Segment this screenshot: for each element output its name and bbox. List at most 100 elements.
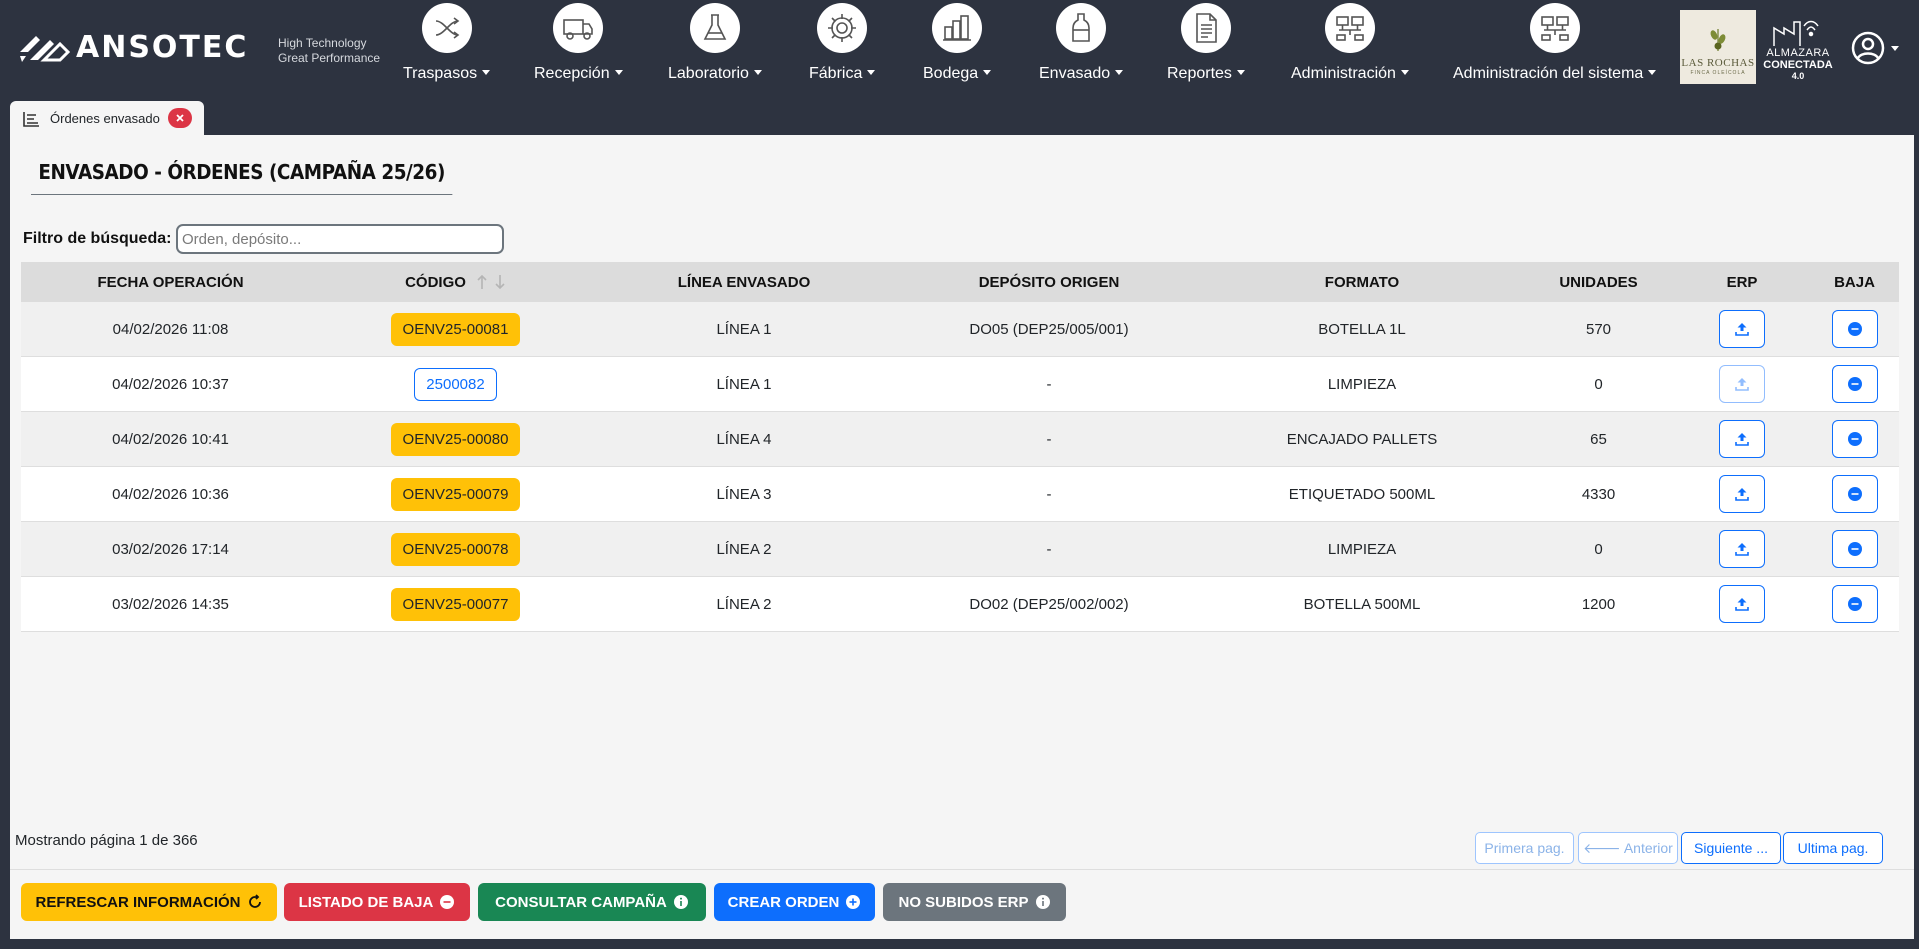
refresh-icon — [248, 894, 261, 908]
orders-table: FECHA OPERACIÓN CÓDIGO LÍNEA ENVASADO DE… — [21, 262, 1899, 632]
table-row: 04/02/2026 10:41 OENV25-00080 LÍNEA 4 - … — [21, 412, 1899, 467]
listado-baja-button[interactable]: LISTADO DE BAJA — [284, 883, 470, 921]
bottle-icon — [1072, 13, 1090, 42]
minus-circle-icon — [1847, 322, 1862, 336]
factory-icon — [1773, 20, 1819, 46]
table-row: 04/02/2026 11:08 OENV25-00081 LÍNEA 1 DO… — [21, 302, 1899, 357]
las-rochas-logo: LAS ROCHAS FINCA OLEÍCOLA — [1680, 10, 1756, 84]
erp-upload-button[interactable] — [1719, 365, 1765, 403]
first-page-button[interactable]: Primera pag. — [1475, 832, 1574, 864]
minus-circle-icon — [1847, 597, 1862, 611]
pagination-info: Mostrando página 1 de 366 — [15, 832, 198, 849]
filter-label: Filtro de búsqueda: — [23, 230, 172, 247]
table-row: 04/02/2026 10:36 OENV25-00079 LÍNEA 3 - … — [21, 467, 1899, 522]
nav-reportes[interactable]: Reportes — [1167, 3, 1245, 83]
nav-fabrica[interactable]: Fábrica — [809, 3, 876, 83]
plus-circle-icon — [846, 895, 861, 909]
minus-circle-icon — [1847, 432, 1862, 446]
upload-icon — [1735, 598, 1749, 611]
brand-logo[interactable]: ANSOTEC — [16, 26, 248, 68]
gear-icon — [828, 14, 857, 42]
col-fecha: FECHA OPERACIÓN — [97, 273, 244, 291]
prev-page-button[interactable]: 🡐 Anterior — [1578, 832, 1678, 864]
nav-bodega[interactable]: Bodega — [923, 3, 992, 83]
brand-tagline: High Technology Great Performance — [278, 36, 381, 65]
brand-name: ANSOTEC — [76, 29, 249, 65]
ansotec-logo-icon — [20, 36, 71, 62]
col-codigo[interactable]: CÓDIGO — [320, 274, 591, 291]
tab-ordenes-envasado[interactable]: Órdenes envasado — [10, 101, 204, 136]
order-code-badge[interactable]: OENV25-00081 — [390, 312, 521, 346]
network-computers-icon — [1540, 16, 1569, 41]
upload-icon — [1735, 543, 1749, 556]
footer-divider — [10, 869, 1914, 870]
order-code-badge[interactable]: OENV25-00080 — [390, 422, 521, 456]
table-row: 03/02/2026 14:35 OENV25-00077 LÍNEA 2 DO… — [21, 577, 1899, 632]
order-code-badge[interactable]: OENV25-00078 — [390, 532, 521, 566]
document-icon — [1196, 13, 1217, 43]
col-erp: ERP — [1726, 273, 1758, 291]
tab-label: Órdenes envasado — [50, 111, 160, 126]
upload-icon — [1735, 378, 1749, 391]
info-icon — [673, 895, 688, 909]
baja-button[interactable] — [1831, 585, 1878, 623]
baja-button[interactable] — [1831, 365, 1878, 403]
erp-upload-button[interactable] — [1719, 475, 1765, 513]
user-menu[interactable] — [1850, 30, 1899, 66]
table-row: 04/02/2026 10:37 2500082 LÍNEA 1 - LIMPI… — [21, 357, 1899, 412]
col-linea: LÍNEA ENVASADO — [677, 273, 811, 291]
baja-button[interactable] — [1831, 475, 1878, 513]
table-row: 03/02/2026 17:14 OENV25-00078 LÍNEA 2 - … — [21, 522, 1899, 577]
baja-button[interactable] — [1831, 530, 1878, 568]
last-page-button[interactable]: Ultima pag. — [1783, 832, 1883, 864]
list-icon — [23, 111, 39, 127]
table-header: FECHA OPERACIÓN CÓDIGO LÍNEA ENVASADO DE… — [21, 262, 1899, 302]
top-navbar: ANSOTEC High Technology Great Performanc… — [0, 0, 1919, 94]
olive-branch-icon — [1710, 29, 1726, 51]
minus-circle-icon — [1847, 487, 1862, 501]
truck-icon — [563, 19, 594, 40]
order-code-badge[interactable]: 2500082 — [414, 367, 497, 401]
minus-circle-icon — [440, 895, 455, 909]
flask-icon — [703, 14, 727, 40]
warehouse-tanks-icon — [943, 15, 972, 41]
arrows-cross-icon — [435, 17, 459, 39]
next-page-button[interactable]: Siguiente ... — [1681, 832, 1781, 864]
nav-administracion-sistema[interactable]: Administración del sistema — [1453, 3, 1657, 83]
erp-upload-button[interactable] — [1719, 420, 1765, 458]
order-code-badge[interactable]: OENV25-00079 — [390, 477, 521, 511]
baja-button[interactable] — [1831, 420, 1878, 458]
erp-upload-button[interactable] — [1719, 530, 1765, 568]
crear-orden-button[interactable]: CREAR ORDEN — [714, 883, 875, 921]
sort-desc-icon[interactable] — [494, 274, 506, 290]
user-circle-icon — [1851, 31, 1885, 65]
search-input[interactable] — [176, 224, 504, 254]
main-panel: ENVASADO - ÓRDENES (CAMPAÑA 25/26) Filtr… — [10, 135, 1914, 939]
baja-button[interactable] — [1831, 310, 1878, 348]
nav-administracion[interactable]: Administración — [1291, 3, 1409, 83]
nav-traspasos[interactable]: Traspasos — [403, 3, 491, 83]
refresh-button[interactable]: REFRESCAR INFORMACIÓN — [21, 883, 277, 921]
minus-circle-icon — [1847, 377, 1862, 391]
erp-upload-button[interactable] — [1719, 585, 1765, 623]
upload-icon — [1735, 433, 1749, 446]
page-title: ENVASADO - ÓRDENES (CAMPAÑA 25/26) — [31, 160, 453, 195]
consultar-campana-button[interactable]: CONSULTAR CAMPAÑA — [478, 883, 706, 921]
sort-asc-icon[interactable] — [476, 274, 488, 290]
upload-icon — [1735, 488, 1749, 501]
no-subidos-erp-button[interactable]: NO SUBIDOS ERP — [883, 883, 1066, 921]
upload-icon — [1735, 323, 1749, 336]
info-icon — [1035, 895, 1050, 909]
col-unidades: UNIDADES — [1559, 273, 1638, 291]
nav-envasado[interactable]: Envasado — [1039, 3, 1124, 83]
close-icon — [176, 114, 184, 122]
nav-laboratorio[interactable]: Laboratorio — [668, 3, 762, 83]
col-formato: FORMATO — [1324, 273, 1400, 291]
minus-circle-icon — [1847, 542, 1862, 556]
tab-close-button[interactable] — [168, 108, 192, 128]
erp-upload-button[interactable] — [1719, 310, 1765, 348]
nav-recepcion[interactable]: Recepción — [534, 3, 623, 83]
order-code-badge[interactable]: OENV25-00077 — [390, 587, 521, 621]
chevron-down-icon — [1891, 45, 1899, 51]
col-deposito: DEPÓSITO ORIGEN — [978, 273, 1120, 291]
